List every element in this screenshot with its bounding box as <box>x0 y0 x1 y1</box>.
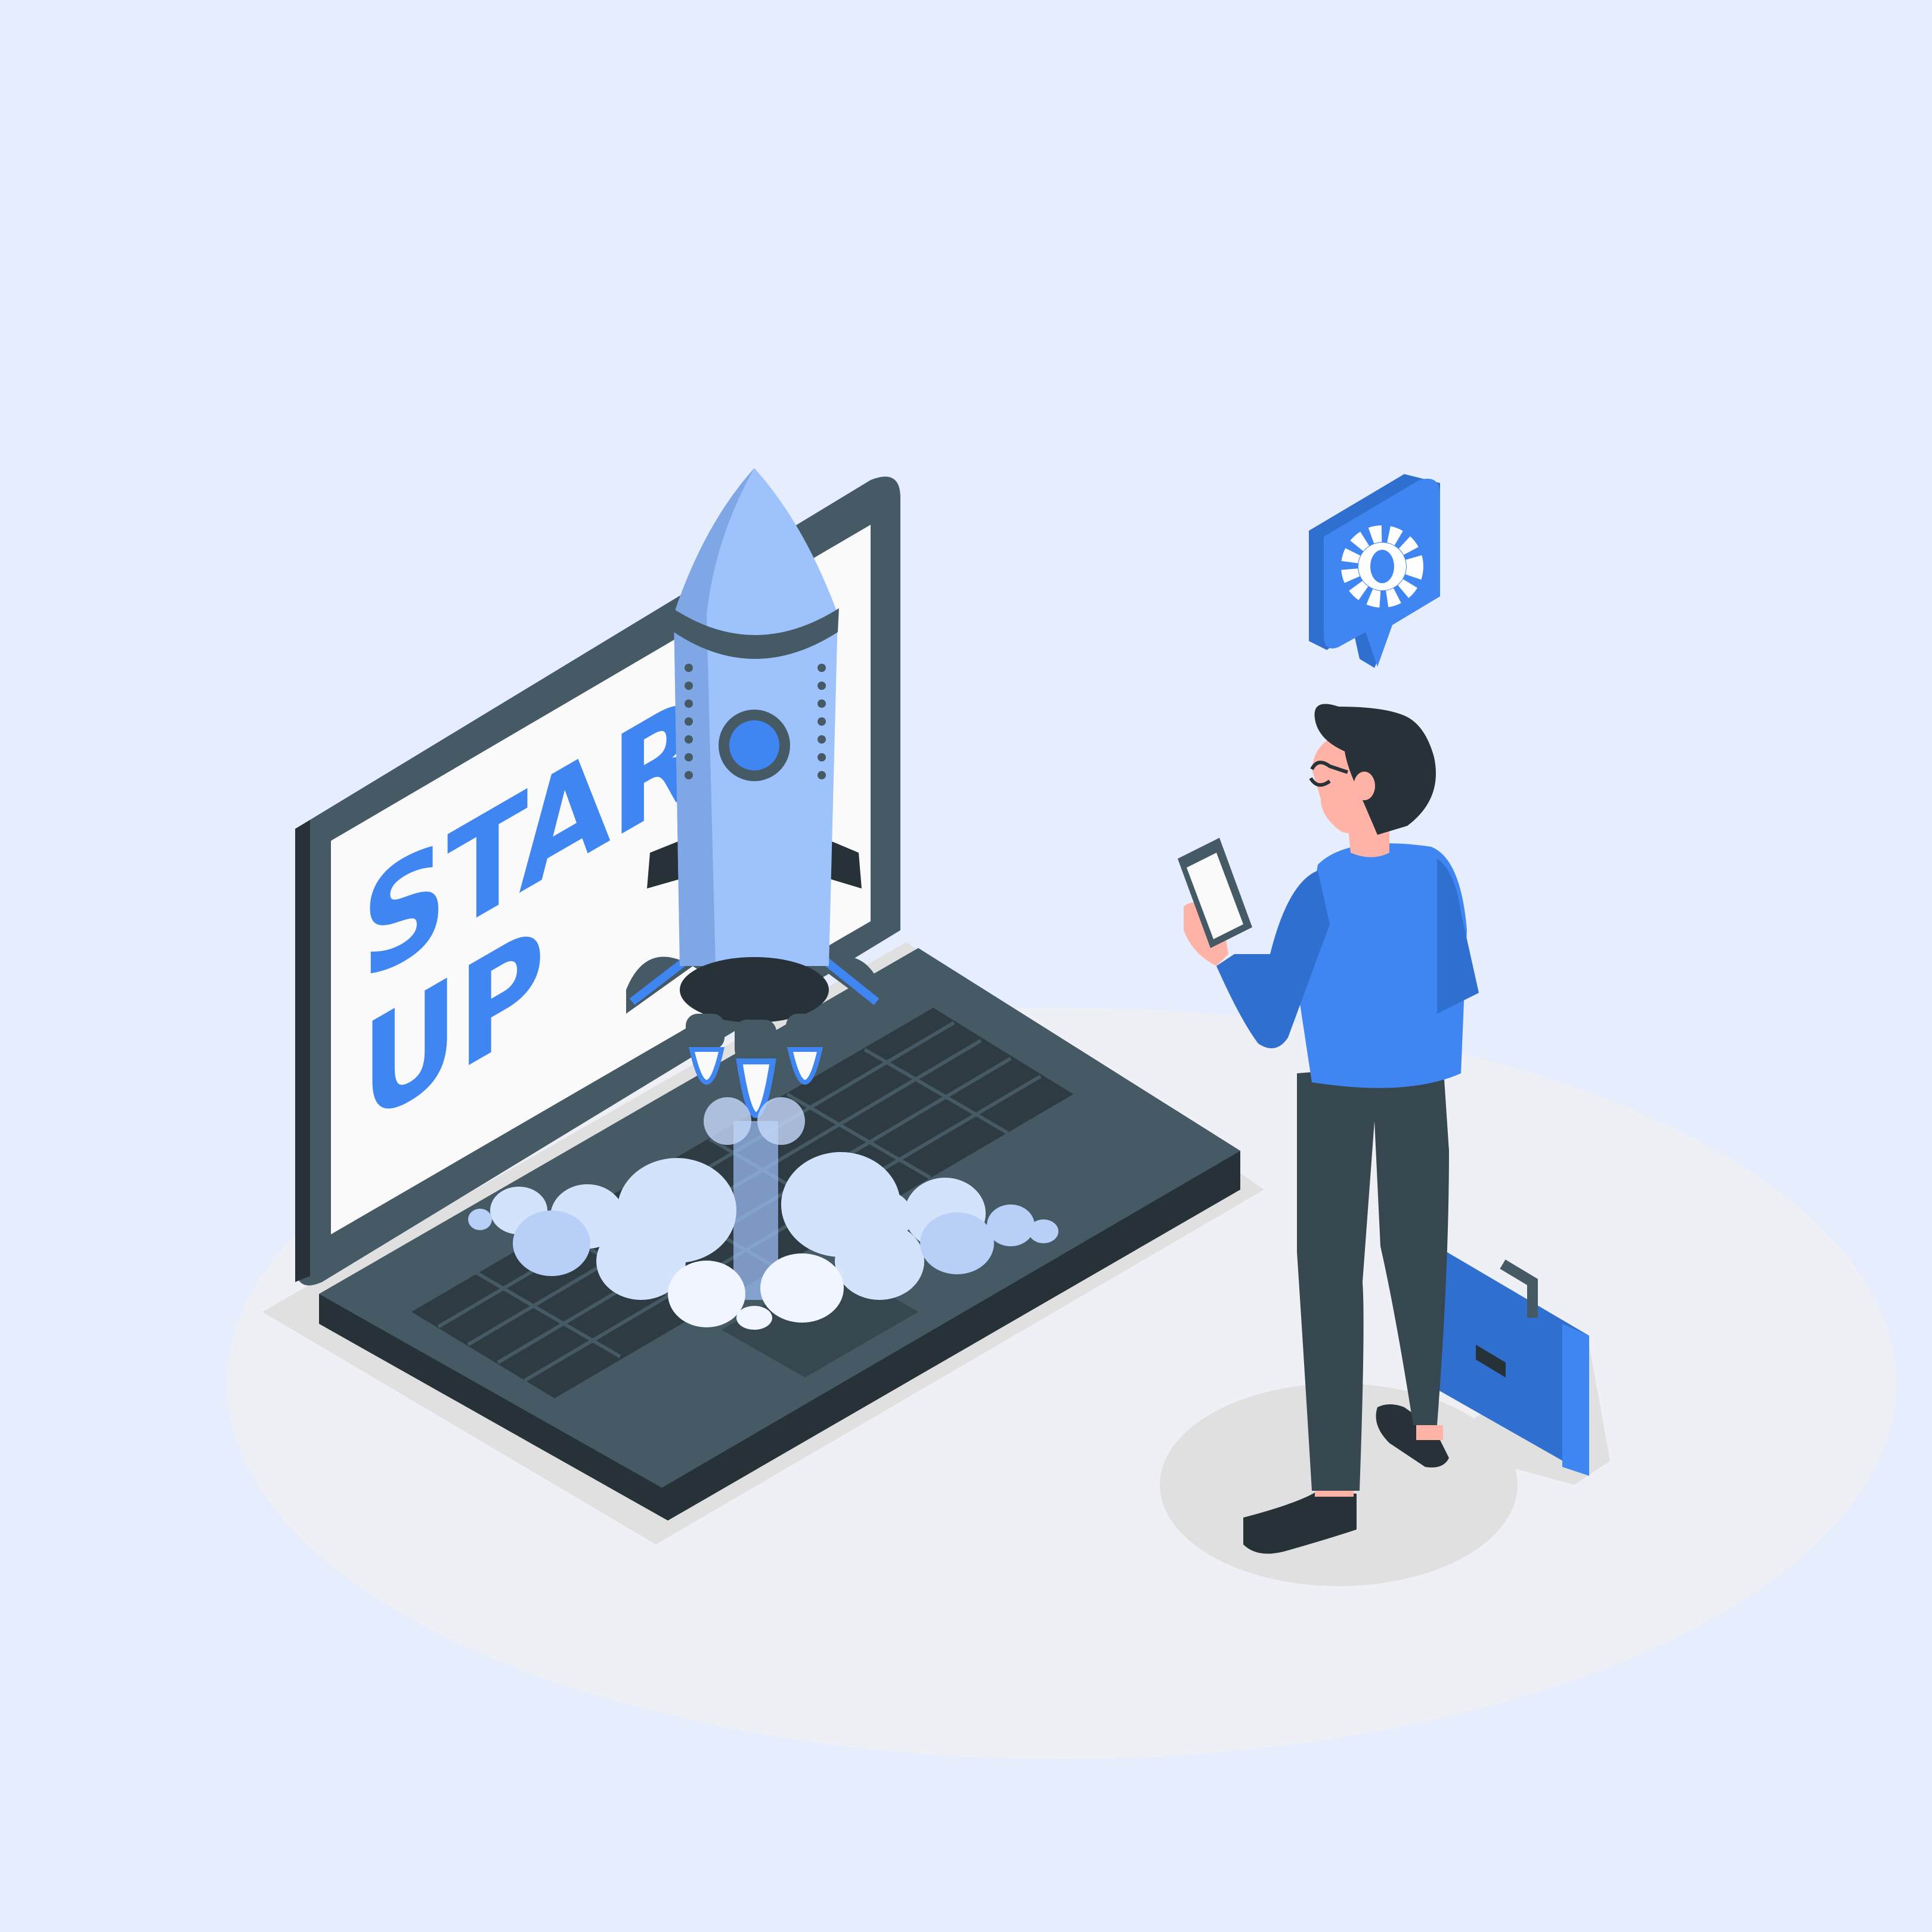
gear-icon <box>1309 474 1440 668</box>
startup-illustration: START UP <box>227 468 1896 1759</box>
rocket-base <box>680 957 829 1023</box>
laptop-lid-edge <box>295 820 310 1282</box>
